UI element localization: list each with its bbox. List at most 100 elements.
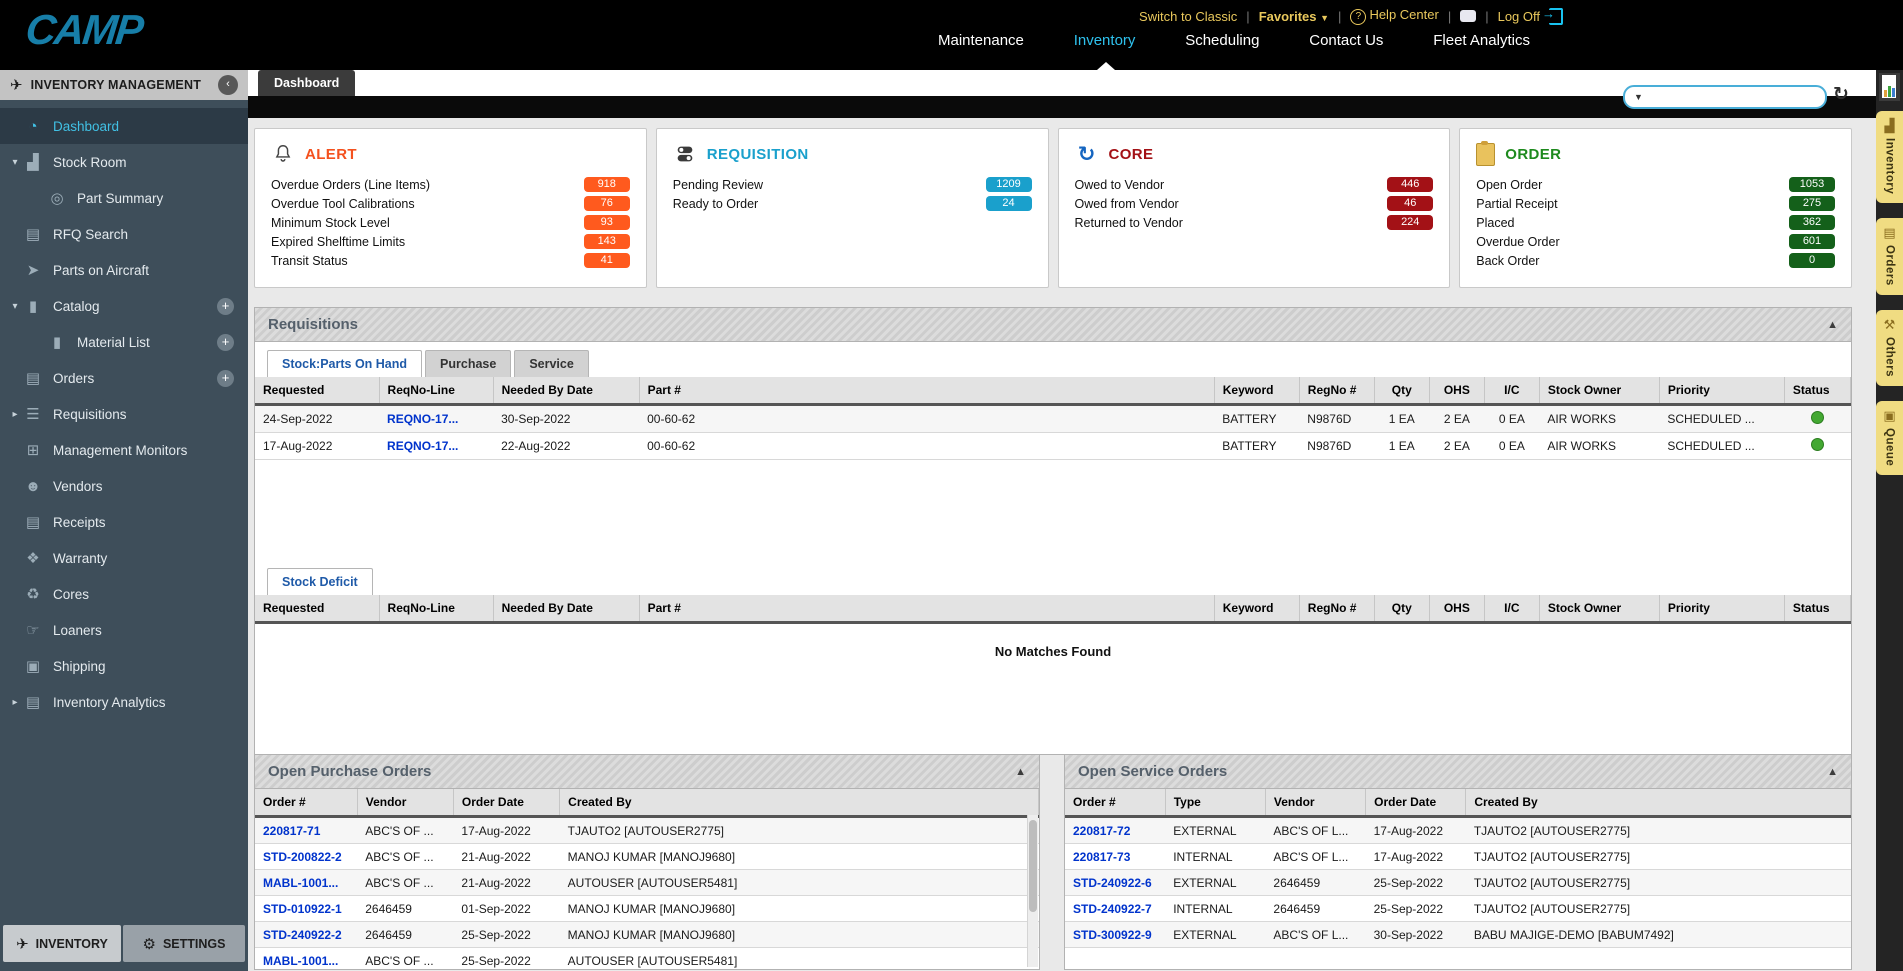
column-header-order-[interactable]: Order #	[1065, 789, 1165, 817]
caret-right-icon[interactable]: ▸	[8, 409, 22, 420]
log-off-link[interactable]: Log Off	[1498, 9, 1540, 24]
column-header-needed-by-date[interactable]: Needed By Date	[493, 377, 639, 405]
settings-button[interactable]: ⚙SETTINGS	[123, 925, 245, 962]
chevron-down-icon[interactable]: ▼	[1634, 92, 1643, 102]
scrollbar[interactable]	[1027, 815, 1038, 967]
sidebar-item-parts-on-aircraft[interactable]: ➤Parts on Aircraft	[0, 252, 248, 288]
collapse-panel-button[interactable]: ▲	[1015, 766, 1026, 778]
expand-plus-button[interactable]: +	[217, 298, 234, 315]
metric-count-badge[interactable]: 224	[1387, 215, 1433, 230]
column-header-order-date[interactable]: Order Date	[1366, 789, 1466, 817]
sidebar-item-receipts[interactable]: ▤Receipts	[0, 504, 248, 540]
column-header-type[interactable]: Type	[1165, 789, 1265, 817]
order-link[interactable]: STD-240922-2	[263, 928, 342, 942]
order-link[interactable]: STD-240922-6	[1073, 876, 1152, 890]
nav-maintenance[interactable]: Maintenance	[938, 32, 1024, 49]
tab-service[interactable]: Service	[514, 350, 588, 377]
metric-count-badge[interactable]: 601	[1789, 234, 1835, 249]
caret-down-icon[interactable]: ▾	[8, 301, 22, 312]
order-link[interactable]: REQNO-17...	[387, 439, 458, 453]
column-header-order-[interactable]: Order #	[255, 789, 357, 817]
order-link[interactable]: REQNO-17...	[387, 412, 458, 426]
order-link[interactable]: 220817-72	[1073, 824, 1130, 838]
order-link[interactable]: STD-200822-2	[263, 850, 342, 864]
chat-bubble-icon[interactable]	[1460, 10, 1476, 22]
favorites-menu[interactable]: Favorites ▼	[1259, 9, 1329, 24]
sidebar-item-inventory-analytics[interactable]: ▸▤Inventory Analytics	[0, 684, 248, 720]
metric-count-badge[interactable]: 143	[584, 234, 630, 249]
caret-down-icon[interactable]: ▾	[8, 157, 22, 168]
order-link[interactable]: 220817-71	[263, 824, 320, 838]
tab-stock-parts-on-hand[interactable]: Stock:Parts On Hand	[267, 350, 422, 377]
column-header-reqno-line[interactable]: ReqNo-Line	[379, 595, 493, 623]
side-tab-inventory[interactable]: ▟Inventory	[1876, 111, 1903, 203]
column-header-created-by[interactable]: Created By	[1466, 789, 1851, 817]
side-tab-others[interactable]: ⚒Others	[1876, 310, 1903, 386]
nav-inventory[interactable]: Inventory	[1074, 32, 1136, 49]
metric-count-badge[interactable]: 275	[1789, 196, 1835, 211]
caret-right-icon[interactable]: ▸	[8, 697, 22, 708]
column-header-part-[interactable]: Part #	[639, 595, 1214, 623]
metric-count-badge[interactable]: 0	[1789, 253, 1835, 268]
column-header-priority[interactable]: Priority	[1659, 377, 1784, 405]
switch-to-classic-link[interactable]: Switch to Classic	[1139, 9, 1237, 24]
column-header-needed-by-date[interactable]: Needed By Date	[493, 595, 639, 623]
column-header-reqno-line[interactable]: ReqNo-Line	[379, 377, 493, 405]
sidebar-item-requisitions[interactable]: ▸☰Requisitions	[0, 396, 248, 432]
tab-stock-deficit[interactable]: Stock Deficit	[267, 568, 373, 595]
sidebar-item-shipping[interactable]: ▣Shipping	[0, 648, 248, 684]
metric-count-badge[interactable]: 446	[1387, 177, 1433, 192]
metric-count-badge[interactable]: 46	[1387, 196, 1433, 211]
collapse-panel-button[interactable]: ▲	[1827, 766, 1838, 778]
column-header-keyword[interactable]: Keyword	[1214, 595, 1299, 623]
column-header-regno-[interactable]: RegNo #	[1299, 377, 1374, 405]
column-header-i-c[interactable]: I/C	[1484, 595, 1539, 623]
nav-contact-us[interactable]: Contact Us	[1309, 32, 1383, 49]
expand-plus-button[interactable]: +	[217, 334, 234, 351]
column-header-priority[interactable]: Priority	[1659, 595, 1784, 623]
sidebar-item-catalog[interactable]: ▾▮Catalog+	[0, 288, 248, 324]
column-header-order-date[interactable]: Order Date	[453, 789, 559, 817]
order-link[interactable]: MABL-1001...	[263, 954, 338, 968]
tab-purchase[interactable]: Purchase	[425, 350, 511, 377]
help-center-link[interactable]: ?Help Center	[1350, 7, 1438, 25]
sidebar-item-stock-room[interactable]: ▾▟Stock Room	[0, 144, 248, 180]
metric-count-badge[interactable]: 76	[584, 196, 630, 211]
sidebar-item-dashboard[interactable]: ◔Dashboard	[0, 108, 248, 144]
side-tab-orders[interactable]: ▤Orders	[1876, 218, 1903, 295]
sidebar-item-rfq-search[interactable]: ▤RFQ Search	[0, 216, 248, 252]
sidebar-item-vendors[interactable]: ☻Vendors	[0, 468, 248, 504]
column-header-qty[interactable]: Qty	[1374, 595, 1429, 623]
column-header-qty[interactable]: Qty	[1374, 377, 1429, 405]
log-off-icon[interactable]	[1549, 8, 1563, 25]
sidebar-item-cores[interactable]: ♻Cores	[0, 576, 248, 612]
order-link[interactable]: STD-010922-1	[263, 902, 342, 916]
sidebar-item-part-summary[interactable]: ◎Part Summary	[0, 180, 248, 216]
order-link[interactable]: 220817-73	[1073, 850, 1130, 864]
order-link[interactable]: MABL-1001...	[263, 876, 338, 890]
metric-count-badge[interactable]: 93	[584, 215, 630, 230]
expand-plus-button[interactable]: +	[217, 370, 234, 387]
order-link[interactable]: STD-240922-7	[1073, 902, 1152, 916]
tab-dashboard[interactable]: Dashboard	[258, 70, 355, 96]
column-header-status[interactable]: Status	[1784, 377, 1850, 405]
column-header-keyword[interactable]: Keyword	[1214, 377, 1299, 405]
search-input[interactable]	[1643, 89, 1825, 105]
scrollbar-thumb[interactable]	[1029, 820, 1037, 912]
nav-fleet-analytics[interactable]: Fleet Analytics	[1433, 32, 1530, 49]
report-doc-icon[interactable]	[1879, 73, 1900, 101]
column-header-created-by[interactable]: Created By	[560, 789, 1039, 817]
inventory-button[interactable]: ✈INVENTORY	[3, 925, 121, 962]
sidebar-item-loaners[interactable]: ☞Loaners	[0, 612, 248, 648]
metric-count-badge[interactable]: 1053	[1789, 177, 1835, 192]
sidebar-item-orders[interactable]: ▤Orders+	[0, 360, 248, 396]
column-header-requested[interactable]: Requested	[255, 377, 379, 405]
order-link[interactable]: STD-300922-9	[1073, 928, 1152, 942]
metric-count-badge[interactable]: 41	[584, 253, 630, 268]
refresh-icon[interactable]: ↻	[1833, 83, 1849, 106]
column-header-stock-owner[interactable]: Stock Owner	[1539, 377, 1659, 405]
collapse-panel-button[interactable]: ▲	[1827, 319, 1838, 331]
column-header-part-[interactable]: Part #	[639, 377, 1214, 405]
metric-count-badge[interactable]: 24	[986, 196, 1032, 211]
sidebar-item-management-monitors[interactable]: ⊞Management Monitors	[0, 432, 248, 468]
